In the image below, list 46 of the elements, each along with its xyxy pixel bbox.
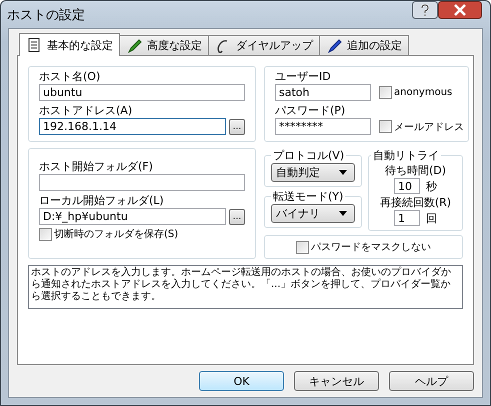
field-label: ユーザーID [275, 69, 332, 84]
user-id-field[interactable]: satoh [275, 84, 371, 101]
caret-icon [339, 211, 347, 216]
email-checkbox[interactable]: メールアドレス [379, 120, 464, 134]
retry-count-field[interactable]: 1 [394, 210, 420, 226]
checkbox[interactable] [379, 120, 392, 133]
field-label: ローカル開始フォルダ(L) [39, 193, 165, 208]
field-label: ホスト名(O) [39, 69, 102, 84]
save-folder-checkbox[interactable]: 切断時のフォルダを保存(S) [39, 227, 245, 241]
password-field[interactable]: ******** [275, 118, 371, 135]
field-label: 再接続回数(R) [380, 195, 452, 210]
description-text: ホストのアドレスを入力します。ホームページ転送用のホストの場合、お使いのプロバイダから通知されたホストアドレスを入力してください。「...」ボタンを押して、プロバイダー覧から選択することもできます。 [28, 265, 463, 309]
unit-label: 回 [426, 210, 437, 226]
tab[interactable]: 基本的な設定 [19, 33, 120, 56]
window-title: ホストの設定 [7, 6, 85, 24]
host-folder-field[interactable] [39, 174, 245, 191]
group-title: 自動リトライ [372, 148, 440, 163]
transfer-mode-dropdown[interactable]: バイナリ [271, 204, 355, 223]
tab[interactable]: ダイヤルアップ [208, 35, 320, 55]
protocol-dropdown[interactable]: 自動判定 [271, 163, 355, 182]
checkbox[interactable] [39, 228, 52, 240]
group-title: プロトコル(V) [272, 148, 346, 163]
anonymous-checkbox[interactable]: anonymous [379, 86, 452, 99]
notebook-icon [26, 37, 42, 53]
tab[interactable]: 高度な設定 [119, 35, 209, 55]
close-icon[interactable] [438, 1, 482, 19]
checkbox[interactable] [296, 240, 309, 254]
field-label: ホスト開始フォルダ(F) [39, 159, 154, 174]
local-folder-field[interactable]: D:¥_hp¥ubuntu [39, 208, 226, 225]
browse-button[interactable]: ... [229, 208, 245, 224]
dialog-button[interactable]: ヘルプ [389, 371, 474, 391]
field-label: パスワード(P) [275, 103, 346, 118]
host-address-field[interactable]: 192.168.1.14 [39, 118, 226, 135]
dialog-button[interactable]: キャンセル [294, 371, 379, 391]
help-icon[interactable] [412, 1, 438, 19]
group-title: 転送モード(Y) [272, 189, 344, 204]
dialog-button[interactable]: OK [199, 371, 284, 391]
field-label: 待ち時間(D) [384, 163, 446, 178]
browse-button[interactable]: ... [229, 118, 245, 134]
caret-icon [339, 170, 347, 175]
tab[interactable]: 追加の設定 [319, 35, 409, 55]
unit-label: 秒 [426, 178, 437, 194]
checkbox[interactable] [379, 86, 392, 99]
field-label: ホストアドレス(A) [39, 103, 134, 118]
host-name-field[interactable]: ubuntu [39, 84, 245, 101]
wait-time-field[interactable]: 10 [394, 178, 420, 194]
